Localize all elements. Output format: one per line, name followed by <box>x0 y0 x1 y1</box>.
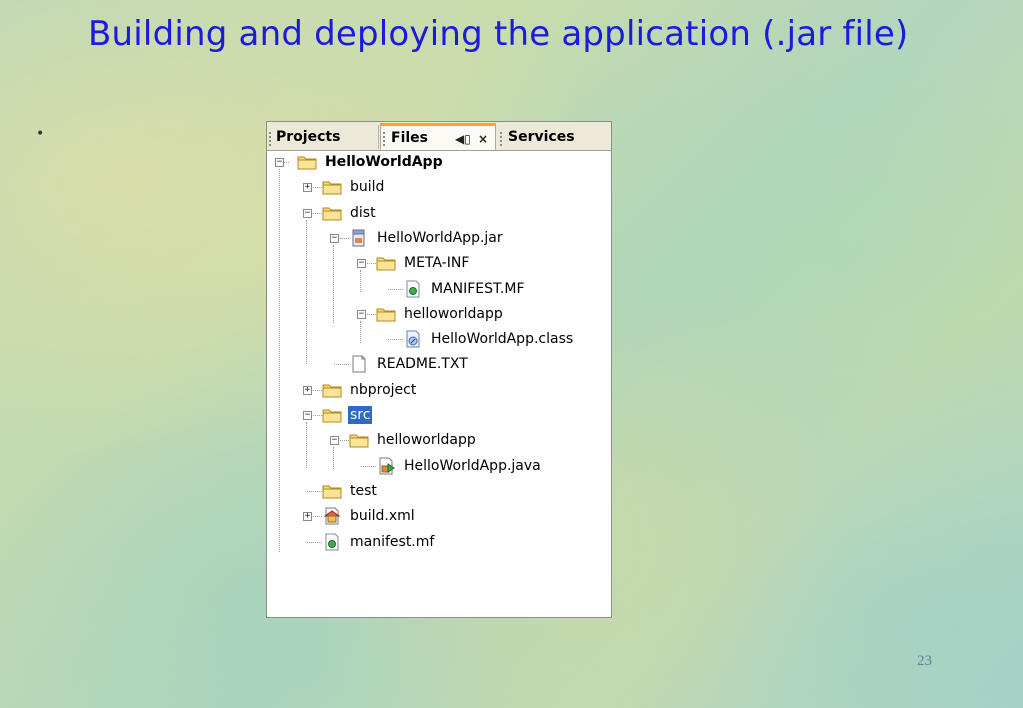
folder-icon <box>322 381 342 399</box>
tree-connector-line <box>360 321 361 343</box>
tree-connector-line <box>388 339 403 341</box>
close-tab-icon[interactable]: × <box>478 132 488 146</box>
tab-grip-icon <box>269 132 273 146</box>
tab-grip-icon <box>383 132 387 146</box>
tree-node[interactable]: test <box>322 481 379 501</box>
tree-connector-line <box>306 220 307 364</box>
file-tree: − HelloWorldApp + build − dist − HelloWorldApp.… <box>267 150 611 617</box>
tree-node-label: HelloWorldApp.class <box>431 331 574 348</box>
collapse-node-icon[interactable]: − <box>330 436 339 446</box>
tree-connector-line <box>307 541 322 543</box>
files-panel: Projects Files ◀▯ × Services − HelloWorld… <box>266 121 612 618</box>
tab-services[interactable]: Services <box>498 125 610 149</box>
tree-node[interactable]: META-INF <box>376 253 471 273</box>
tree-node-label: dist <box>350 204 376 221</box>
tab-projects[interactable]: Projects <box>267 125 379 149</box>
tree-node-label: nbproject <box>350 381 417 398</box>
tree-node[interactable]: README.TXT <box>349 354 470 374</box>
tab-services-label: Services <box>508 129 575 145</box>
tree-node-label: manifest.mf <box>350 533 435 550</box>
tree-connector-line <box>333 245 334 323</box>
collapse-node-icon[interactable]: − <box>303 411 312 420</box>
ant-build-file-icon <box>322 507 342 525</box>
tree-node[interactable]: HelloWorldApp.jar <box>349 228 505 248</box>
tree-node[interactable]: HelloWorldApp <box>297 152 445 172</box>
tree-node[interactable]: nbproject <box>322 380 418 400</box>
collapse-node-icon[interactable]: − <box>357 259 366 269</box>
tab-files[interactable]: Files ◀▯ × <box>380 123 496 150</box>
tree-node[interactable]: src <box>322 405 373 425</box>
tree-node-label: src <box>348 406 373 424</box>
tree-connector-line <box>306 422 307 468</box>
tree-node-label: HelloWorldApp.jar <box>377 229 503 246</box>
manifest-file-icon <box>322 533 342 551</box>
tree-node[interactable]: HelloWorldApp.class <box>403 329 575 349</box>
tree-node-label: README.TXT <box>377 356 468 373</box>
folder-icon <box>322 406 342 424</box>
java-file-icon <box>376 457 396 475</box>
tree-node[interactable]: dist <box>322 203 378 223</box>
tree-connector-line <box>279 169 280 552</box>
expand-node-icon[interactable]: + <box>303 385 312 395</box>
tree-node[interactable]: helloworldapp <box>376 304 505 324</box>
tree-node-label: helloworldapp <box>404 305 503 322</box>
tree-node[interactable]: build.xml <box>322 506 417 526</box>
tree-node[interactable]: build <box>322 177 386 197</box>
collapse-node-icon[interactable]: − <box>330 233 339 243</box>
folder-icon <box>297 153 317 171</box>
tree-node[interactable]: HelloWorldApp.java <box>376 456 543 476</box>
slide-title: Building and deploying the application (… <box>88 14 909 54</box>
tab-files-label: Files <box>391 130 428 146</box>
tree-node-label: test <box>350 482 377 499</box>
tab-grip-icon <box>500 132 504 146</box>
tab-bar: Projects Files ◀▯ × Services <box>267 122 611 151</box>
tab-projects-label: Projects <box>276 129 341 145</box>
minimize-window-icon[interactable]: ◀▯ <box>455 132 471 146</box>
tree-node-label: META-INF <box>404 255 470 272</box>
class-file-icon <box>403 330 423 348</box>
tree-connector-line <box>307 490 322 492</box>
folder-icon <box>376 254 396 272</box>
folder-icon <box>322 482 342 500</box>
jar-icon <box>349 229 369 247</box>
tree-node[interactable]: helloworldapp <box>349 430 478 450</box>
tree-connector-line <box>334 364 349 366</box>
folder-icon <box>322 178 342 196</box>
folder-icon <box>349 431 369 449</box>
folder-icon <box>322 204 342 222</box>
tree-connector-line <box>388 288 403 290</box>
expand-node-icon[interactable]: + <box>303 512 312 522</box>
manifest-file-icon <box>403 280 423 298</box>
tree-connector-line <box>361 465 376 467</box>
collapse-node-icon[interactable]: − <box>357 309 366 319</box>
tree-connector-line <box>360 270 361 292</box>
tree-node-label: helloworldapp <box>377 432 476 449</box>
collapse-node-icon[interactable]: − <box>303 208 312 218</box>
collapse-node-icon[interactable]: − <box>275 158 284 167</box>
tree-node-label: MANIFEST.MF <box>431 280 525 297</box>
tree-node-label: HelloWorldApp <box>325 154 443 170</box>
expand-node-icon[interactable]: + <box>303 183 312 193</box>
tree-node[interactable]: MANIFEST.MF <box>403 279 527 299</box>
tree-node-label: build.xml <box>350 508 415 525</box>
tree-node-label: HelloWorldApp.java <box>404 457 541 474</box>
tree-node-label: build <box>350 179 385 196</box>
text-file-icon <box>349 355 369 373</box>
folder-icon <box>376 305 396 323</box>
page-number: 23 <box>917 653 932 669</box>
tree-node[interactable]: manifest.mf <box>322 532 436 552</box>
bullet-point: • <box>36 126 45 142</box>
tree-connector-line <box>333 447 334 469</box>
